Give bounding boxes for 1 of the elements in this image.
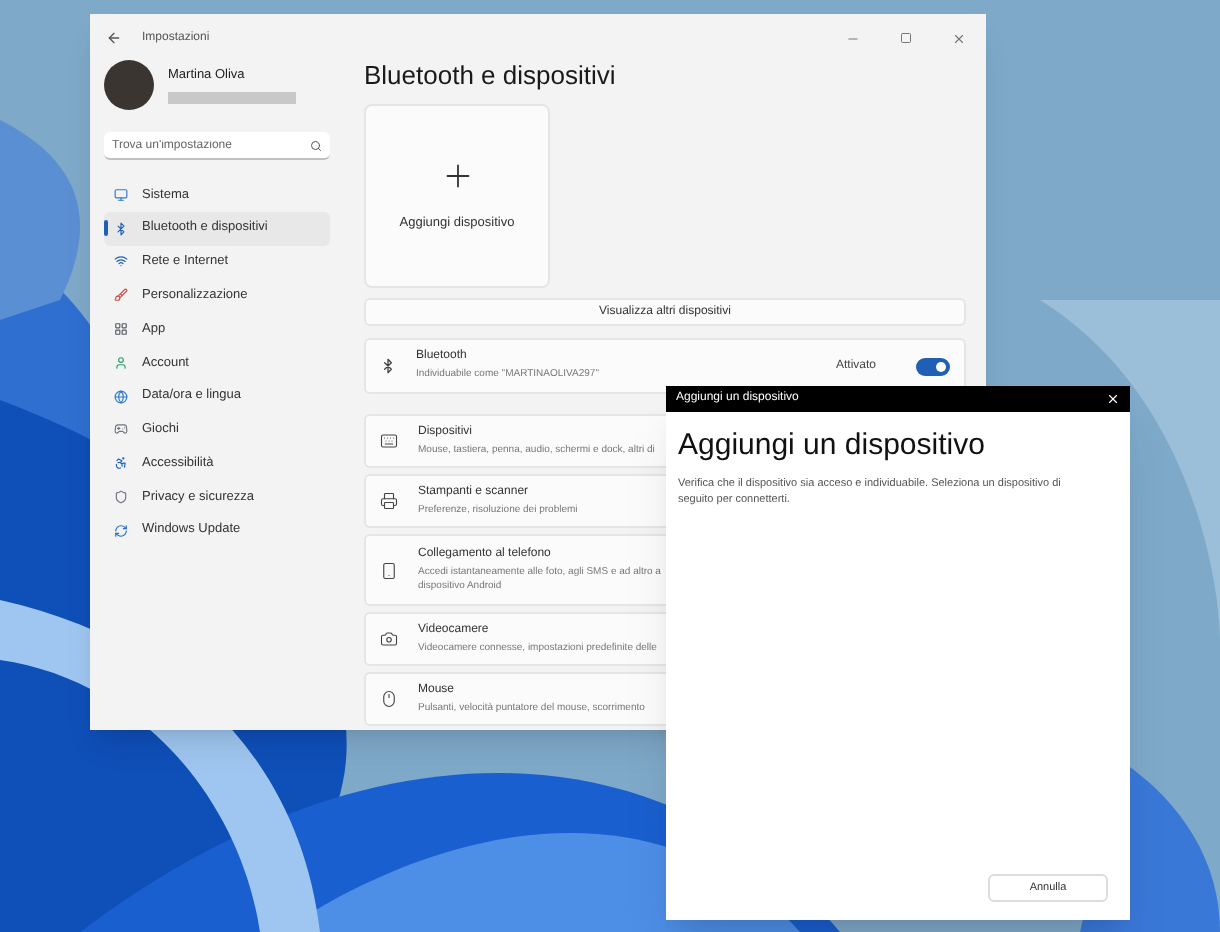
page-title: Bluetooth e dispositivi [364, 62, 618, 88]
